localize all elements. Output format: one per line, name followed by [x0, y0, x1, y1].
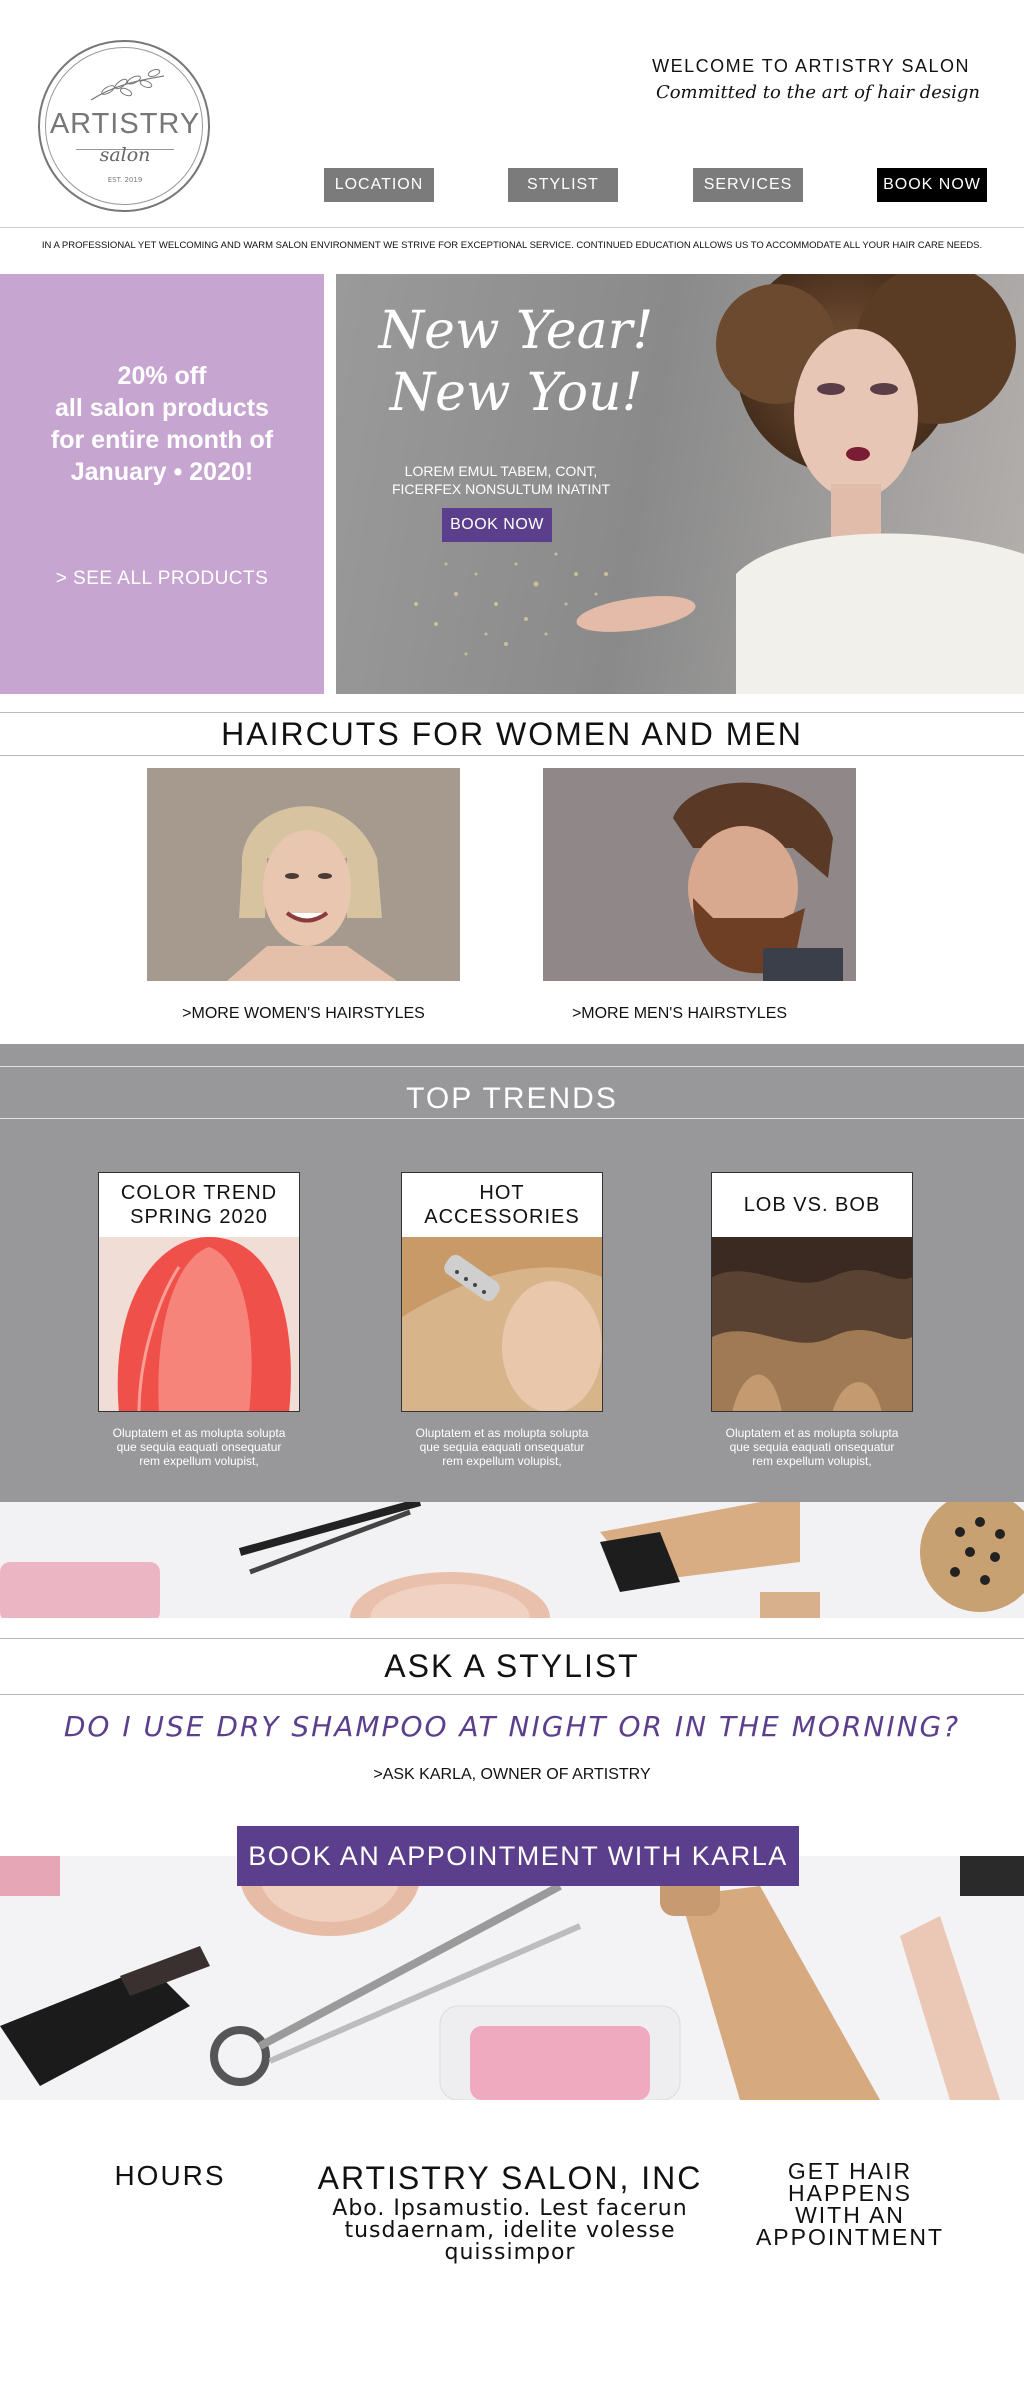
haircuts-rule-top	[0, 712, 1024, 713]
trend-title-line-1: COLOR TREND	[120, 1182, 278, 1204]
nav-services-button[interactable]: SERVICES	[693, 168, 803, 202]
promo-line-4: January • 2020!	[70, 458, 254, 486]
nav-stylist-button[interactable]: STYLIST	[508, 168, 618, 202]
trend-card-lob-vs-bob[interactable]: LOB VS. BOB	[711, 1172, 913, 1412]
hero-book-now-button[interactable]: BOOK NOW	[442, 508, 552, 542]
intro-statement: IN A PROFESSIONAL YET WELCOMING AND WARM…	[41, 240, 983, 251]
slogan-line-2: HAPPENS	[788, 2180, 912, 2206]
trend-card-title: LOB VS. BOB	[712, 1173, 912, 1237]
address-line-2: tusdaernam, idelite volesse	[344, 2218, 676, 2243]
logo-inner-ring: ARTISTRY salon EST. 2019	[45, 47, 203, 205]
more-mens-hairstyles-link[interactable]: >MORE MEN'S HAIRSTYLES	[523, 1005, 836, 1023]
haircuts-heading: HAIRCUTS FOR WOMEN AND MEN	[221, 716, 803, 752]
promo-line-1: 20% off	[117, 362, 207, 390]
promo-headline: 20% off all salon products for entire mo…	[0, 360, 324, 488]
trend-title-line-2: SPRING 2020	[130, 1206, 268, 1228]
trend-card-color[interactable]: COLOR TREND SPRING 2020	[98, 1172, 300, 1412]
site-header: ARTISTRY salon EST. 2019 WELCOME TO ARTI…	[0, 0, 1024, 228]
trend-card-title: COLOR TREND SPRING 2020	[99, 1173, 299, 1237]
trend-desc-line-2: que sequia eaquati onsequatur	[419, 1440, 585, 1454]
trend-desc-line-2: que sequia eaquati onsequatur	[729, 1440, 895, 1454]
top-trends-section: TOP TRENDS COLOR TREND SPRING 2020 Olupta…	[0, 1044, 1024, 1502]
logo-established: EST. 2019	[107, 176, 143, 184]
slogan-line-4: APPOINTMENT	[755, 2224, 945, 2250]
trend-desc-line-1: Oluptatem et as molupta solupta	[415, 1426, 589, 1440]
address-line-3: quissimpor	[444, 2240, 576, 2265]
men-portrait-graphic	[543, 768, 856, 981]
promo-line-2: all salon products	[55, 394, 269, 422]
hours-heading: HOURS	[114, 2160, 226, 2191]
ask-rule-bottom	[0, 1694, 1024, 1695]
trend-desc-line-3: rem expellum volupist,	[139, 1454, 259, 1468]
salon-logo[interactable]: ARTISTRY salon EST. 2019	[38, 40, 210, 212]
hero-title-line-2: New You!	[389, 363, 643, 423]
trend-card-accessories[interactable]: HOT ACCESSORIES	[401, 1172, 603, 1412]
hero-subtext: LOREM EMUL TABEM, CONT, FICERFEX NONSULT…	[336, 462, 666, 498]
nav-book-now-button[interactable]: BOOK NOW	[877, 168, 987, 202]
salon-tools-banner-large	[0, 1856, 1024, 2100]
hero-sub-line-2: FICERFEX NONSULTUM INATINT	[391, 481, 611, 497]
wavy-hair-image	[712, 1237, 912, 1411]
trend-card-description: Oluptatem et as molupta solupta que sequ…	[89, 1426, 309, 1468]
coral-hair-image	[99, 1237, 299, 1411]
trends-rule-top	[0, 1066, 1024, 1067]
trends-rule-bottom	[0, 1118, 1024, 1119]
ask-a-stylist-heading: ASK A STYLIST	[384, 1648, 640, 1684]
address-line-1: Abo. Ipsamustio. Lest facerun	[332, 2196, 688, 2221]
promo-line-3: for entire month of	[50, 426, 274, 454]
trend-card-title: HOT ACCESSORIES	[402, 1173, 602, 1237]
company-name: ARTISTRY SALON, INC	[317, 2160, 703, 2196]
slogan-line-1: GET HAIR	[787, 2158, 913, 2184]
slogan-line-3: WITH AN	[795, 2202, 905, 2228]
more-womens-hairstyles-link[interactable]: >MORE WOMEN'S HAIRSTYLES	[147, 1005, 460, 1023]
trend-card-description: Oluptatem et as molupta solupta que sequ…	[392, 1426, 612, 1468]
trend-desc-line-2: que sequia eaquati onsequatur	[116, 1440, 282, 1454]
top-trends-heading: TOP TRENDS	[406, 1082, 618, 1115]
company-address: Abo. Ipsamustio. Lest facerun tusdaernam…	[290, 2198, 730, 2264]
ask-karla-link[interactable]: >ASK KARLA, OWNER OF ARTISTRY	[0, 1766, 1024, 1784]
trend-desc-line-3: rem expellum volupist,	[752, 1454, 872, 1468]
book-appointment-karla-button[interactable]: BOOK AN APPOINTMENT WITH KARLA	[237, 1826, 799, 1886]
women-portrait-graphic	[147, 768, 460, 981]
trend-card-description: Oluptatem et as molupta solupta que sequ…	[702, 1426, 922, 1468]
trend-desc-line-3: rem expellum volupist,	[442, 1454, 562, 1468]
logo-subtitle: salon	[99, 144, 151, 166]
stylist-question: DO I USE DRY SHAMPOO AT NIGHT OR IN THE …	[63, 1710, 961, 1743]
women-haircut-photo[interactable]	[147, 768, 460, 981]
hero-title: New Year! New You!	[356, 300, 676, 424]
men-haircut-photo[interactable]	[543, 768, 856, 981]
trend-desc-line-1: Oluptatem et as molupta solupta	[725, 1426, 899, 1440]
haircuts-rule-bottom	[0, 755, 1024, 756]
hero-title-line-1: New Year!	[378, 301, 654, 361]
hair-clip-image	[402, 1237, 602, 1411]
trend-title-line-2: ACCESSORIES	[424, 1206, 580, 1228]
tagline: Committed to the art of hair design	[655, 82, 980, 103]
ask-rule-top	[0, 1638, 1024, 1639]
nav-location-button[interactable]: LOCATION	[324, 168, 434, 202]
hero-sub-line-1: LOREM EMUL TABEM, CONT,	[404, 463, 598, 479]
hero-banner: New Year! New You! LOREM EMUL TABEM, CON…	[336, 274, 1024, 694]
promo-panel: 20% off all salon products for entire mo…	[0, 274, 324, 694]
salon-tools-image	[0, 1502, 1024, 1618]
appointment-slogan: GET HAIR HAPPENS WITH AN APPOINTMENT	[740, 2158, 960, 2250]
trend-title-line-1: LOB VS. BOB	[743, 1194, 881, 1216]
salon-tools-large-image	[0, 1856, 1024, 2100]
see-all-products-link[interactable]: > SEE ALL PRODUCTS	[0, 568, 324, 590]
salon-tools-banner	[0, 1502, 1024, 1618]
trend-title-line-1: HOT	[479, 1182, 525, 1204]
leaf-branch-icon	[90, 69, 165, 101]
trend-desc-line-1: Oluptatem et as molupta solupta	[112, 1426, 286, 1440]
logo-wordmark: ARTISTRY	[49, 108, 201, 140]
welcome-heading: WELCOME TO ARTISTRY SALON	[652, 56, 970, 76]
